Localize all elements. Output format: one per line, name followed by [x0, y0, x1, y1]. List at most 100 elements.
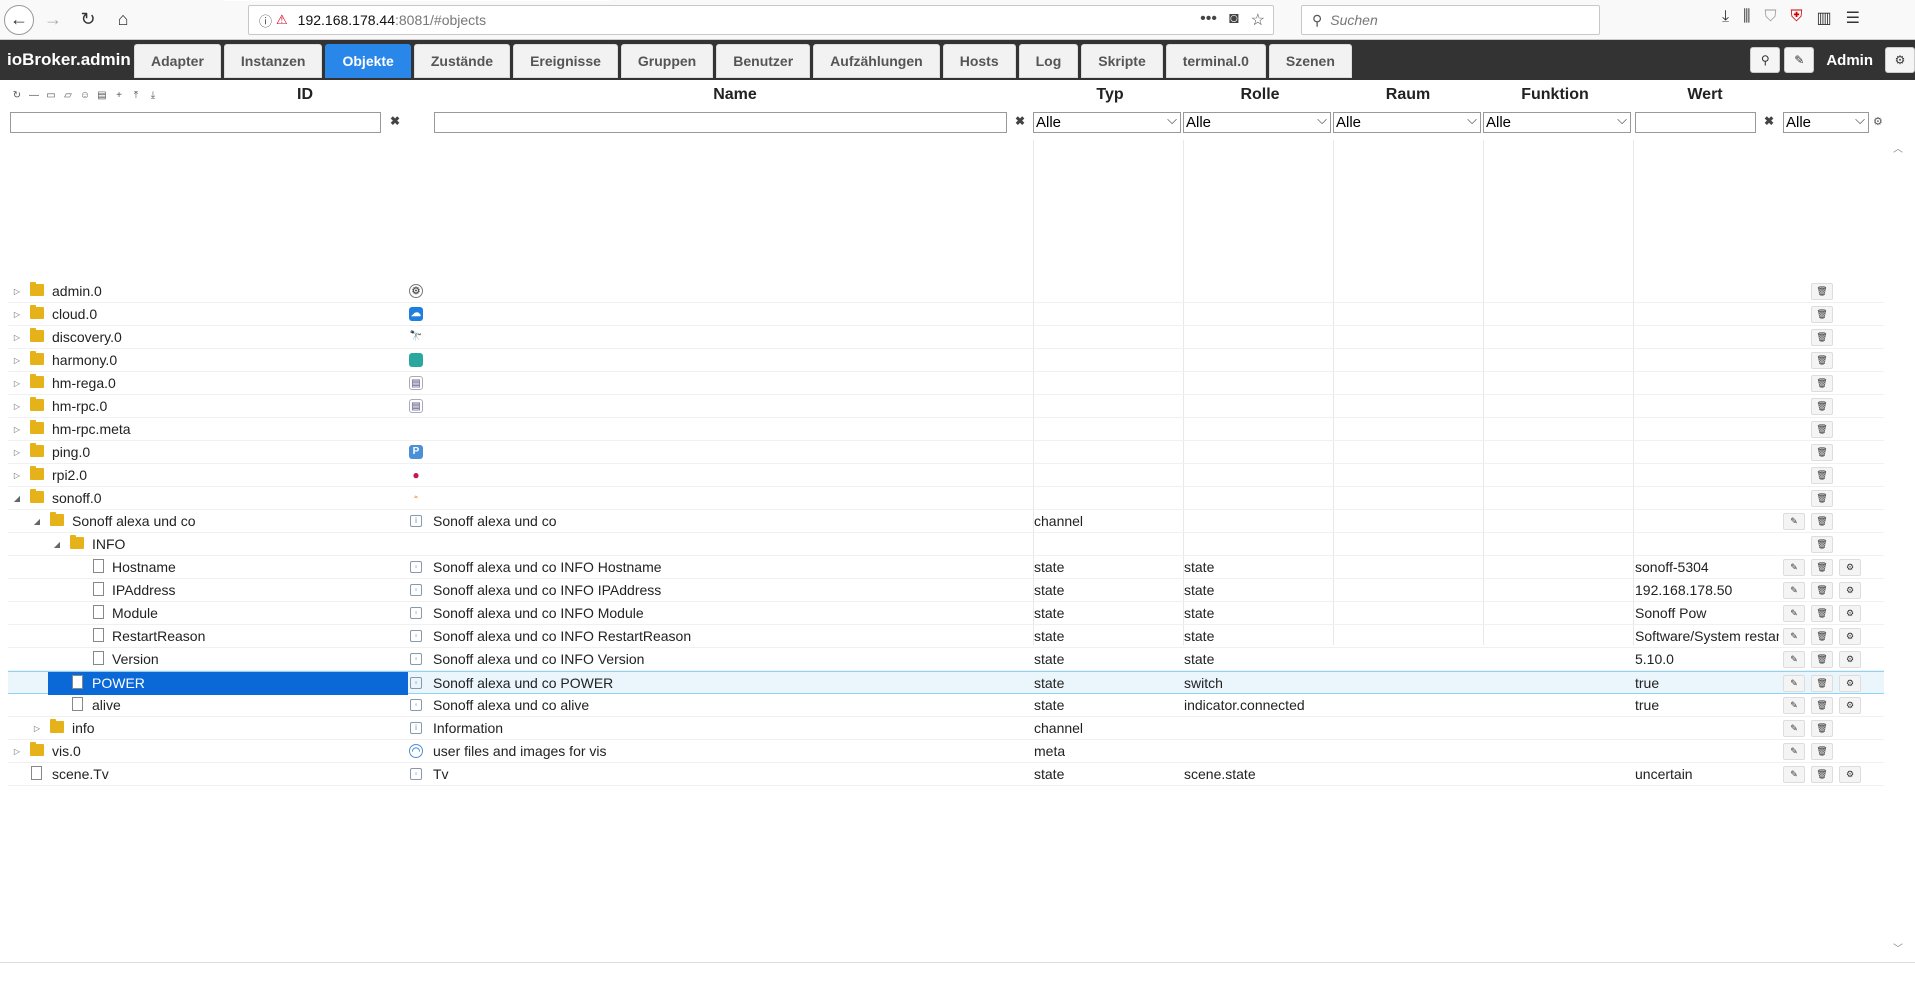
wert-filter-input[interactable] — [1635, 112, 1756, 133]
scroll-down-arrow[interactable]: ﹀ — [1893, 940, 1903, 955]
upload-icon[interactable]: ⤒ — [129, 88, 143, 102]
tab-ereignisse[interactable]: Ereignisse — [513, 44, 618, 78]
table-row[interactable]: Hostname ◦ Sonoff alexa und co INFO Host… — [8, 556, 1884, 579]
download-icon[interactable]: ⤓ — [1722, 8, 1729, 28]
menu-icon[interactable]: ☰ — [1846, 8, 1860, 28]
table-row[interactable]: ▷ cloud.0 ☁ 🗑 — [8, 303, 1884, 326]
table-row[interactable]: alive ◦ Sonoff alexa und co alive state … — [8, 694, 1884, 717]
back-icon[interactable]: ← — [4, 4, 34, 35]
edit-icon[interactable]: ✎ — [1783, 743, 1805, 760]
home-icon[interactable]: ⌂ — [107, 4, 139, 36]
expand-icon[interactable]: ▷ — [12, 349, 22, 372]
table-row[interactable]: ◢ INFO 🗑 — [8, 533, 1884, 556]
table-row[interactable]: ▷ ping.0 P 🗑 — [8, 441, 1884, 464]
expand-icon[interactable]: ▷ — [12, 372, 22, 395]
tab-log[interactable]: Log — [1018, 44, 1079, 78]
table-row[interactable]: RestartReason ◦ Sonoff alexa und co INFO… — [8, 625, 1884, 648]
tab-objekte[interactable]: Objekte — [325, 44, 411, 78]
edit-icon[interactable]: ✎ — [1783, 559, 1805, 576]
rolle-filter-select[interactable]: Alle — [1183, 110, 1331, 133]
delete-icon[interactable]: 🗑 — [1811, 329, 1833, 346]
forward-icon[interactable]: → — [37, 4, 69, 36]
tab-hosts[interactable]: Hosts — [942, 44, 1016, 78]
table-row[interactable]: ▷ hm-rega.0 ▤ 🗑 — [8, 372, 1884, 395]
download-file-icon[interactable]: ⤓ — [146, 88, 160, 102]
expand-icon[interactable]: ▷ — [12, 280, 22, 303]
collapse-icon[interactable]: ◢ — [52, 533, 62, 556]
edit-icon[interactable]: ✎ — [1783, 675, 1805, 692]
table-row[interactable]: Version ◦ Sonoff alexa und co INFO Versi… — [8, 648, 1884, 671]
col-funktion-header[interactable]: Funktion — [1510, 86, 1600, 104]
bookmark-star-icon[interactable]: ☆ — [1251, 10, 1265, 30]
clear-wert-filter-icon[interactable]: ✖ — [1764, 114, 1774, 128]
edit-icon[interactable]: ✎ — [1783, 720, 1805, 737]
table-row[interactable]: scene.Tv ◦ Tv state scene.state uncertai… — [8, 763, 1884, 786]
table-row[interactable]: ▷ harmony.0 🗑 — [8, 349, 1884, 372]
folder-icon[interactable]: ▭ — [44, 88, 58, 102]
tab-zust-nde[interactable]: Zustände — [413, 44, 511, 78]
row-wert[interactable]: uncertain — [1635, 763, 1779, 786]
settings-icon[interactable]: ⚙ — [1839, 651, 1861, 668]
settings-icon[interactable]: ⚙ — [1839, 628, 1861, 645]
delete-icon[interactable]: 🗑 — [1811, 513, 1833, 530]
tab-adapter[interactable]: Adapter — [134, 44, 221, 78]
library-icon[interactable]: ⫼ — [1743, 8, 1750, 28]
name-filter-input[interactable] — [434, 112, 1007, 133]
refresh-icon[interactable]: ↻ — [10, 88, 24, 102]
row-wert[interactable]: Sonoff Pow — [1635, 602, 1779, 625]
tab-gruppen[interactable]: Gruppen — [620, 44, 714, 78]
id-filter-input[interactable] — [10, 112, 381, 133]
col-raum-header[interactable]: Raum — [1368, 86, 1448, 104]
delete-icon[interactable]: 🗑 — [1811, 582, 1833, 599]
edit-icon[interactable]: ✎ — [1783, 513, 1805, 530]
col-name-header[interactable]: Name — [700, 86, 770, 104]
settings-icon[interactable]: ⚙ — [1839, 697, 1861, 714]
wert-filter-select[interactable]: Alle — [1783, 110, 1869, 133]
delete-icon[interactable]: 🗑 — [1811, 444, 1833, 461]
delete-icon[interactable]: 🗑 — [1811, 375, 1833, 392]
raum-filter-select[interactable]: Alle — [1333, 110, 1481, 133]
col-wert-header[interactable]: Wert — [1670, 86, 1740, 104]
table-row[interactable]: ▷ discovery.0 🔭 🗑 — [8, 326, 1884, 349]
tab-szenen[interactable]: Szenen — [1268, 44, 1352, 78]
expand-icon[interactable]: ▷ — [12, 326, 22, 349]
settings-icon[interactable]: ⚙ — [1839, 582, 1861, 599]
col-rolle-header[interactable]: Rolle — [1220, 86, 1300, 104]
edit-icon[interactable]: ✎ — [1783, 766, 1805, 783]
row-wert[interactable]: 192.168.178.50 — [1635, 579, 1779, 602]
collapse-icon[interactable]: — — [27, 88, 41, 102]
table-row[interactable]: ▷ info i Information channel ✎ 🗑 — [8, 717, 1884, 740]
delete-icon[interactable]: 🗑 — [1811, 766, 1833, 783]
page-actions-icon[interactable]: ••• — [1200, 10, 1217, 30]
table-row[interactable]: ▷ hm-rpc.0 ▤ 🗑 — [8, 395, 1884, 418]
tab-benutzer[interactable]: Benutzer — [716, 44, 811, 78]
col-id-header[interactable]: ID — [280, 86, 330, 104]
add-icon[interactable]: + — [112, 88, 126, 102]
delete-icon[interactable]: 🗑 — [1811, 605, 1833, 622]
expand-icon[interactable]: ▷ — [32, 717, 42, 740]
table-row[interactable]: Module ◦ Sonoff alexa und co INFO Module… — [8, 602, 1884, 625]
delete-icon[interactable]: 🗑 — [1811, 675, 1833, 692]
row-wert[interactable]: Software/System restart — [1635, 625, 1779, 648]
delete-icon[interactable]: 🗑 — [1811, 398, 1833, 415]
search-button[interactable]: ⚲ — [1750, 47, 1781, 73]
ublock-icon[interactable]: ⛨ — [1790, 8, 1802, 28]
settings-icon[interactable]: ⚙ — [1839, 559, 1861, 576]
settings-icon[interactable]: ⚙ — [1839, 605, 1861, 622]
delete-icon[interactable]: 🗑 — [1811, 651, 1833, 668]
table-row[interactable]: ▷ rpi2.0 ● 🗑 — [8, 464, 1884, 487]
user-icon[interactable]: ☺ — [78, 88, 92, 102]
row-wert[interactable]: 5.10.0 — [1635, 648, 1779, 671]
settings-icon[interactable]: ⚙ — [1839, 766, 1861, 783]
delete-icon[interactable]: 🗑 — [1811, 467, 1833, 484]
reload-icon[interactable]: ↻ — [72, 4, 104, 36]
expand-icon[interactable]: ▷ — [12, 303, 22, 326]
table-row[interactable]: ◢ Sonoff alexa und co i Sonoff alexa und… — [8, 510, 1884, 533]
settings-button[interactable]: ⚙ — [1885, 47, 1915, 73]
row-wert[interactable]: true — [1635, 672, 1779, 695]
sidebar-icon[interactable]: ▥ — [1816, 8, 1831, 28]
collapse-icon[interactable]: ◢ — [12, 487, 22, 510]
collapse-icon[interactable]: ◢ — [32, 510, 42, 533]
typ-filter-select[interactable]: Alle — [1033, 110, 1181, 133]
edit-icon[interactable]: ✎ — [1783, 582, 1805, 599]
